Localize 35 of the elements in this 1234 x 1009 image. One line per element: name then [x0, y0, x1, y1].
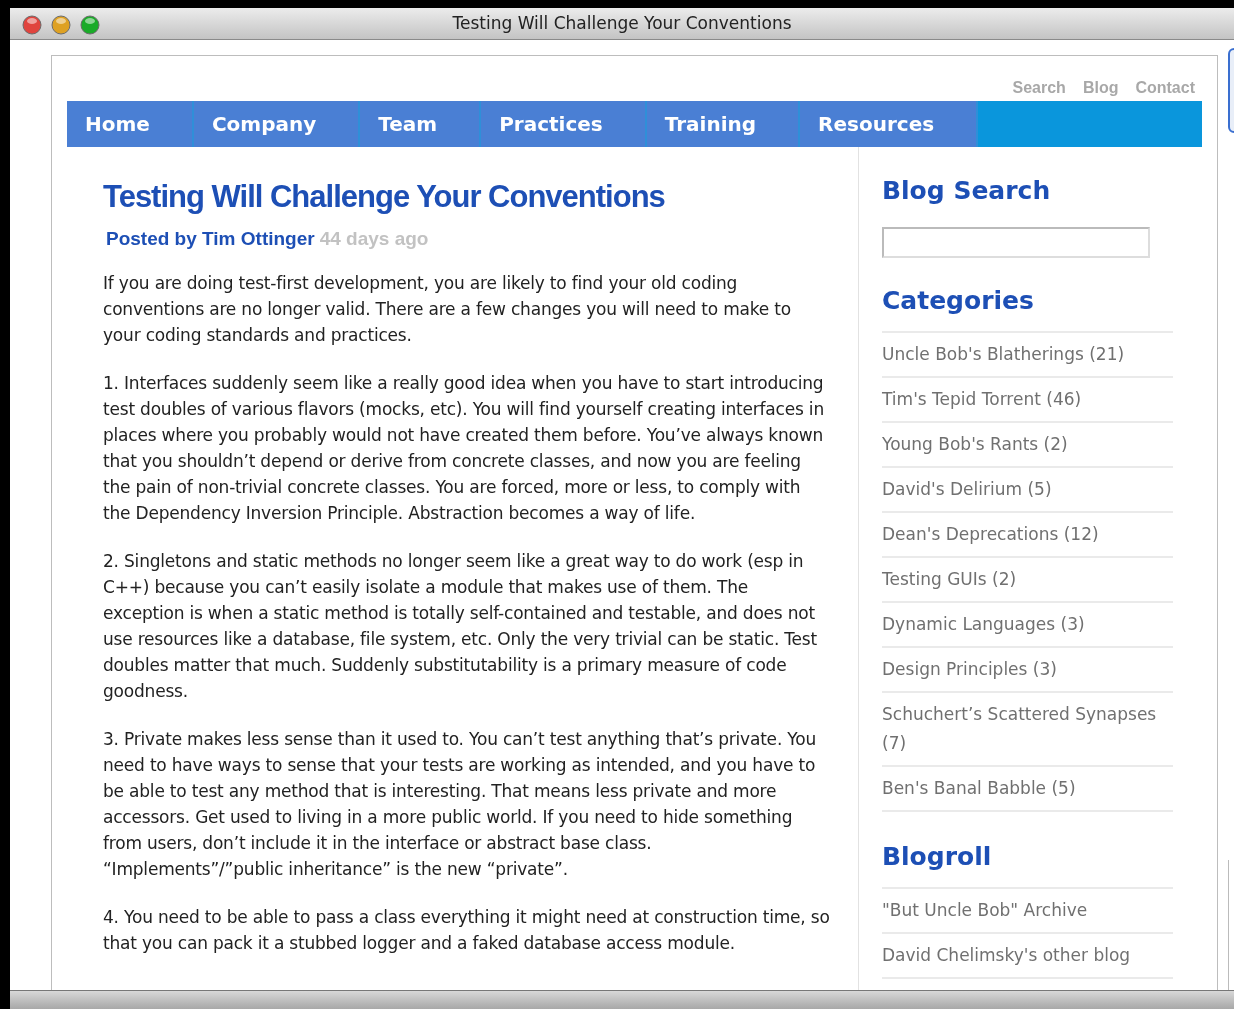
- category-link[interactable]: Schuchert’s Scattered Synapses (7): [882, 700, 1173, 758]
- category-link[interactable]: Design Principles (3): [882, 655, 1173, 684]
- nav-item[interactable]: Practices: [481, 101, 647, 147]
- category-link[interactable]: Tim's Tepid Torrent (46): [882, 385, 1173, 414]
- post-paragraph: 2. Singletons and static methods no longer seem like a great way to do work (esp in C++) because you can’t easily isolate a module that makes use of them. The exception is when a static method is totally self-contained and testable, and does not use resources like a database, file system, etc. Only the very trivial can be static. Test doubles matter that much. Suddenly substitutability is a primary measure of code goodness.: [103, 549, 818, 703]
- nav-item[interactable]: Team: [360, 101, 482, 147]
- category-link[interactable]: David's Delirium (5): [882, 475, 1173, 504]
- nav-item[interactable]: Home: [67, 101, 194, 147]
- blogroll-link[interactable]: David Chelimsky's other blog: [882, 941, 1173, 970]
- blog-search-field[interactable]: [882, 227, 1150, 258]
- post-paragraph: 1. Interfaces suddenly seem like a really good idea when you have to start introducing test doubles of various flavors (mocks, etc). You will find yourself creating interfaces in places where you probably would not have created them before. You’ve always known that you shouldn’t depend or derive from concrete classes, and now you are feeling the pain of non-trivial concrete classes. You are forced, more or less, to comply with the Dependency Inversion Principle. Abstraction becomes a way of life.: [103, 371, 825, 525]
- window-control-icon[interactable]: [22, 15, 42, 35]
- nav-item[interactable]: Training: [646, 101, 801, 147]
- scrollbar[interactable]: [1228, 48, 1234, 133]
- blogroll-link[interactable]: "But Uncle Bob" Archive: [882, 896, 1173, 925]
- window-control-icon[interactable]: [80, 15, 100, 35]
- post-paragraph: 3. Private makes less sense than it used to. You can’t test anything that’s private. You need to have ways to sense that your tests are working as intended, and you have to be able to test any method that is interesting. That means less private and more accessors. Get used to living in a more public world. If you need to hide something from users, don’t include it in the interface or abstract base class. “Implements”/”public inheritance” is the new “private”.: [103, 727, 817, 881]
- post-title: Testing Will Challenge Your Conventions: [103, 179, 666, 215]
- category-link[interactable]: Dynamic Languages (3): [882, 610, 1173, 639]
- nav-item[interactable]: Company: [193, 101, 361, 147]
- sidebar-heading: Blog Search: [882, 176, 1052, 206]
- post-paragraph: If you are doing test-first development, you are likely to find your old coding conventions are no longer valid. There are a few changes you will need to make to your coding standards and practices.: [103, 271, 792, 347]
- category-link[interactable]: Testing GUIs (2): [882, 565, 1173, 594]
- post-paragraph: 4. You need to be able to pass a class everything it might need at construction time, so that you can pack it a stubbed logger and a faked database access module.: [103, 905, 831, 955]
- category-link[interactable]: Young Bob's Rants (2): [882, 430, 1173, 459]
- sidebar-heading: Categories: [882, 286, 1035, 316]
- post-age: 44 days ago: [319, 227, 429, 251]
- sidebar-heading: Blogroll: [882, 842, 993, 872]
- category-link[interactable]: Ben's Banal Babble (5): [882, 774, 1173, 803]
- window-control-icon[interactable]: [51, 15, 71, 35]
- post-author: Posted by Tim Ottinger: [106, 227, 315, 251]
- category-link[interactable]: Uncle Bob's Blatherings (21): [882, 340, 1173, 369]
- category-link[interactable]: Dean's Deprecations (12): [882, 520, 1173, 549]
- window-title: Testing Will Challenge Your Conventions: [452, 11, 792, 35]
- nav-item[interactable]: Resources: [800, 101, 979, 147]
